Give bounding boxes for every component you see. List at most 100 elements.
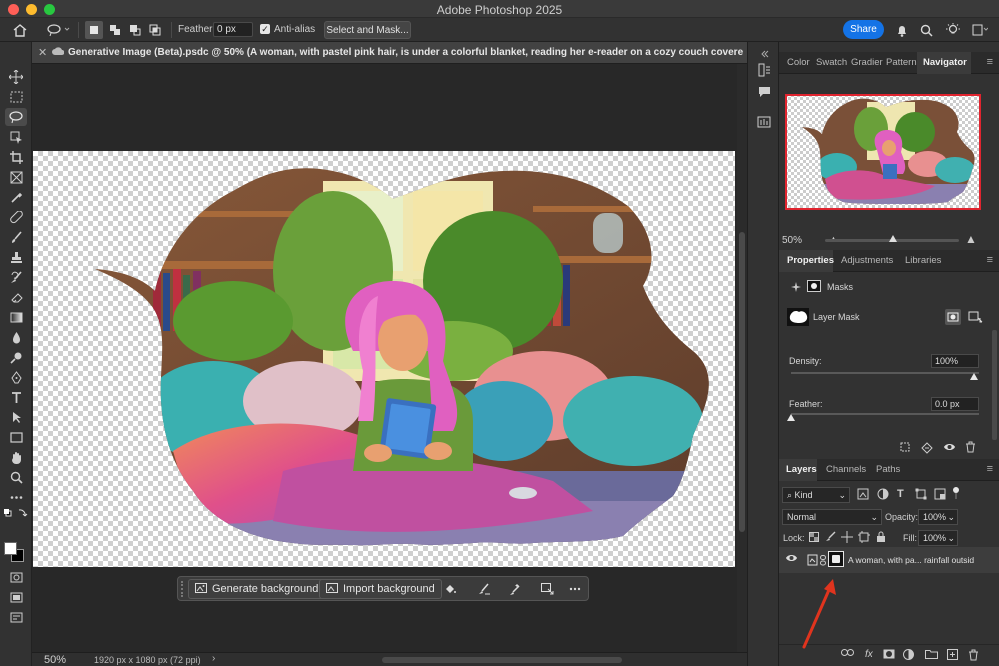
density-slider-knob[interactable] xyxy=(970,373,978,380)
lock-image-icon[interactable] xyxy=(825,531,836,544)
delete-layer-icon[interactable] xyxy=(968,649,979,664)
tab-properties[interactable]: Properties xyxy=(787,255,834,266)
lock-artboard-icon[interactable] xyxy=(858,531,870,545)
vertical-scroll-thumb[interactable] xyxy=(739,232,745,532)
tab-swatches[interactable]: Swatch xyxy=(816,57,847,68)
fill-bucket-icon[interactable] xyxy=(441,581,459,597)
opacity-input[interactable]: 100% ⌄ xyxy=(918,509,958,525)
rectangle-tool-icon[interactable] xyxy=(5,428,27,446)
info-panel-icon[interactable] xyxy=(755,114,773,130)
add-to-selection-icon[interactable] xyxy=(106,21,124,39)
layer-link-icon[interactable] xyxy=(820,555,826,569)
edit-toolbar-icon[interactable] xyxy=(5,608,27,626)
panel-menu-icon[interactable]: ≡ xyxy=(987,463,993,475)
add-vector-mask-icon[interactable] xyxy=(967,309,983,325)
antialias-checkbox[interactable]: ✓ xyxy=(260,24,270,34)
history-panel-icon[interactable] xyxy=(755,62,773,78)
dodge-tool-icon[interactable] xyxy=(5,348,27,366)
import-background-button[interactable]: Import background xyxy=(319,579,442,599)
vertical-scrollbar[interactable] xyxy=(737,64,747,652)
panel-menu-icon[interactable]: ≡ xyxy=(987,56,993,68)
link-layers-icon[interactable] xyxy=(841,649,855,660)
filter-type-icon[interactable]: T xyxy=(897,488,904,500)
mask-feather-input[interactable]: 0.0 px xyxy=(931,397,979,411)
intersect-selection-icon[interactable] xyxy=(146,21,164,39)
expand-panels-icon[interactable] xyxy=(755,46,773,62)
share-button[interactable]: Share xyxy=(843,20,884,39)
density-input[interactable]: 100% xyxy=(931,354,979,368)
filter-pixel-icon[interactable] xyxy=(857,488,869,502)
tab-color[interactable]: Color xyxy=(787,57,810,68)
eye-icon[interactable] xyxy=(943,442,956,455)
quick-mask-icon[interactable] xyxy=(5,568,27,586)
document-tab[interactable]: ✕ Generative Image (Beta).psdc @ 50% (A … xyxy=(32,42,747,64)
blur-tool-icon[interactable] xyxy=(5,328,27,346)
hand-tool-icon[interactable] xyxy=(5,448,27,466)
object-selection-tool-icon[interactable] xyxy=(5,128,27,146)
tab-libraries[interactable]: Libraries xyxy=(905,255,941,266)
select-pixel-mask-icon[interactable] xyxy=(945,309,961,325)
layer-name[interactable]: A woman, with pa... rainfall outsid xyxy=(848,555,996,565)
mask-feather-slider[interactable] xyxy=(791,413,979,415)
navigator-zoom-slider-knob[interactable] xyxy=(889,235,897,242)
lasso-tool-preset-icon[interactable] xyxy=(44,21,72,39)
layer-row[interactable]: A woman, with pa... rainfall outsid xyxy=(779,547,999,573)
fill-input[interactable]: 100% ⌄ xyxy=(918,530,958,546)
adjustment-layer-icon[interactable] xyxy=(903,649,914,663)
tab-gradients[interactable]: Gradier xyxy=(851,57,883,68)
eraser-tool-icon[interactable] xyxy=(5,288,27,306)
lock-transparent-icon[interactable] xyxy=(809,532,819,544)
feather-input[interactable] xyxy=(213,22,253,37)
subtract-from-selection-icon[interactable] xyxy=(126,21,144,39)
load-selection-icon[interactable] xyxy=(900,442,910,455)
path-selection-tool-icon[interactable] xyxy=(5,408,27,426)
filter-smart-object-icon[interactable] xyxy=(934,488,946,502)
blend-mode-select[interactable]: Normal ⌄ xyxy=(782,509,882,525)
drag-handle[interactable] xyxy=(181,581,184,597)
navigator-preview[interactable] xyxy=(785,94,981,210)
swap-colors-icon[interactable] xyxy=(4,508,28,522)
brush-tool-icon[interactable] xyxy=(5,228,27,246)
frame-tool-icon[interactable] xyxy=(5,168,27,186)
chevron-right-icon[interactable]: › xyxy=(212,653,215,664)
horizontal-scroll-thumb[interactable] xyxy=(382,657,622,663)
type-tool-icon[interactable] xyxy=(5,388,27,406)
tab-layers[interactable]: Layers xyxy=(786,464,817,475)
navigator-zoom-value[interactable]: 50% xyxy=(782,235,802,246)
clone-stamp-tool-icon[interactable] xyxy=(5,248,27,266)
panel-menu-icon[interactable]: ≡ xyxy=(987,254,993,266)
marquee-tool-icon[interactable] xyxy=(5,88,27,106)
document-canvas[interactable] xyxy=(33,151,735,567)
gradient-tool-icon[interactable] xyxy=(5,308,27,326)
zoom-tool-icon[interactable] xyxy=(5,468,27,486)
history-brush-tool-icon[interactable] xyxy=(5,268,27,286)
new-group-icon[interactable] xyxy=(925,649,938,662)
more-tools-icon[interactable] xyxy=(5,488,27,506)
select-and-mask-button[interactable]: Select and Mask... xyxy=(324,21,411,39)
apply-mask-icon[interactable] xyxy=(921,442,933,457)
mask-options-icon[interactable] xyxy=(538,581,556,597)
filter-toggle-icon[interactable] xyxy=(951,486,961,502)
close-icon[interactable]: ✕ xyxy=(38,46,47,59)
new-selection-icon[interactable] xyxy=(85,21,103,39)
layer-style-fx-icon[interactable]: fx xyxy=(865,649,873,660)
tab-navigator[interactable]: Navigator xyxy=(923,57,967,68)
crop-tool-icon[interactable] xyxy=(5,148,27,166)
bell-icon[interactable] xyxy=(894,21,910,39)
filter-adjustment-icon[interactable] xyxy=(877,488,889,502)
pen-tool-icon[interactable] xyxy=(5,368,27,386)
new-layer-icon[interactable] xyxy=(947,649,958,663)
trash-icon[interactable] xyxy=(965,441,976,456)
comments-panel-icon[interactable] xyxy=(755,84,773,100)
filter-shape-icon[interactable] xyxy=(915,488,927,502)
more-options-icon[interactable] xyxy=(566,581,584,597)
lock-all-icon[interactable] xyxy=(876,531,886,545)
layer-visibility-eye-icon[interactable] xyxy=(785,553,798,566)
layer-filter-select[interactable]: ⌕ Kind ⌄ xyxy=(782,487,850,503)
tab-patterns[interactable]: Pattern xyxy=(886,57,917,68)
lock-position-icon[interactable] xyxy=(841,531,853,545)
status-zoom[interactable]: 50% xyxy=(44,654,66,666)
eyedropper-tool-icon[interactable] xyxy=(5,188,27,206)
screen-mode-icon[interactable] xyxy=(5,588,27,606)
brush-add-icon[interactable] xyxy=(506,581,524,597)
